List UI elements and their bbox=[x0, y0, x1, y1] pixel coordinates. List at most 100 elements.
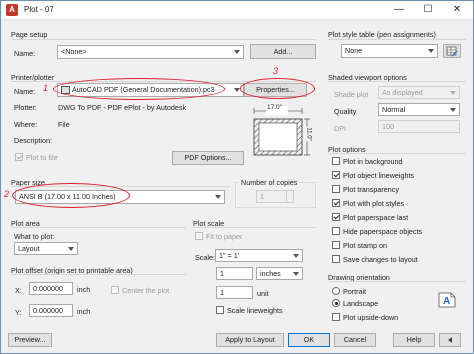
quality-select[interactable]: Normal bbox=[378, 103, 460, 116]
copies-spinner[interactable] bbox=[286, 191, 293, 202]
plot-option-checkbox[interactable] bbox=[332, 255, 340, 263]
plot-option-checkbox[interactable] bbox=[332, 241, 340, 249]
chevron-down-icon bbox=[428, 49, 434, 53]
chevron-left-icon bbox=[448, 337, 452, 343]
plot-to-file-checkbox[interactable] bbox=[15, 153, 23, 161]
copies-input[interactable]: 1 bbox=[256, 190, 294, 203]
plot-option-checkbox[interactable] bbox=[332, 171, 340, 179]
what-to-plot-select[interactable]: Layout bbox=[14, 242, 78, 255]
scale-value: 1" = 1' bbox=[219, 251, 240, 260]
plot-style-group-label: Plot style table (pen assignments) bbox=[328, 30, 436, 39]
add-page-setup-button[interactable]: Add... bbox=[250, 44, 316, 59]
center-plot-checkbox[interactable] bbox=[111, 286, 119, 294]
plot-option-label: Hide paperspace objects bbox=[343, 227, 423, 236]
title-bar[interactable]: A Plot - 07 — ☐ ✕ bbox=[1, 1, 473, 20]
apply-to-layout-button[interactable]: Apply to Layout bbox=[216, 333, 284, 347]
plot-option-checkbox[interactable] bbox=[332, 157, 340, 165]
fit-to-paper-checkbox[interactable] bbox=[195, 232, 203, 240]
plot-option-checkbox[interactable] bbox=[332, 185, 340, 193]
annotation-number-2: 2 bbox=[4, 189, 10, 199]
scale-value2-input[interactable]: 1 bbox=[216, 286, 253, 299]
scale-value1-input[interactable]: 1 bbox=[216, 267, 253, 280]
divider bbox=[328, 281, 466, 282]
plot-option-label: Plot stamp on bbox=[343, 241, 387, 250]
annotation-ellipse-paper-size bbox=[12, 183, 130, 208]
upside-down-label: Plot upside-down bbox=[343, 313, 399, 322]
svg-text:A: A bbox=[443, 296, 450, 307]
preview-button[interactable]: Preview... bbox=[8, 333, 52, 347]
scale-lineweights-checkbox[interactable] bbox=[216, 306, 224, 314]
chevron-down-icon bbox=[293, 271, 299, 276]
maximize-button[interactable]: ☐ bbox=[414, 2, 442, 18]
edit-plot-style-button[interactable] bbox=[443, 44, 461, 58]
annotation-number-3: 3 bbox=[273, 66, 279, 76]
what-to-plot-label: What to plot: bbox=[14, 232, 55, 241]
plot-option-checkbox[interactable] bbox=[332, 213, 340, 221]
plot-option-checkbox[interactable] bbox=[332, 227, 340, 235]
pdf-options-button[interactable]: PDF Options... bbox=[172, 151, 244, 165]
scale-unit-select[interactable]: inches bbox=[256, 267, 303, 280]
page-setup-name-value: <None> bbox=[61, 47, 87, 56]
page-setup-name-label: Name: bbox=[14, 49, 36, 58]
cancel-button[interactable]: Cancel bbox=[334, 333, 376, 347]
window-title: Plot - 07 bbox=[24, 5, 54, 14]
copies-value: 1 bbox=[260, 192, 264, 201]
printer-name-label: Name: bbox=[14, 87, 36, 96]
paper-width-label: 17.0" bbox=[267, 104, 282, 111]
page-setup-group-label: Page setup bbox=[11, 30, 48, 39]
offset-x-label: X: bbox=[15, 286, 22, 295]
upside-down-checkbox[interactable] bbox=[332, 313, 340, 321]
autocad-app-icon: A bbox=[6, 4, 18, 16]
chevron-down-icon bbox=[68, 246, 74, 251]
landscape-label: Landscape bbox=[343, 299, 379, 308]
plotter-value: DWG To PDF - PDF ePlot - by Autodesk bbox=[58, 103, 187, 112]
shade-plot-value: As displayed bbox=[382, 88, 423, 97]
where-value: File bbox=[58, 120, 70, 129]
minimize-button[interactable]: — bbox=[385, 2, 413, 18]
plot-option-label: Plot with plot styles bbox=[343, 199, 405, 208]
landscape-radio[interactable] bbox=[332, 299, 340, 307]
fit-to-paper-label: Fit to paper bbox=[206, 232, 243, 241]
chevron-down-icon bbox=[215, 195, 221, 199]
offset-y-input[interactable]: 0.000000 bbox=[29, 304, 73, 317]
collapse-options-button[interactable] bbox=[439, 333, 461, 347]
shade-plot-select[interactable]: As displayed bbox=[378, 86, 460, 99]
paper-height-label: 11.0" bbox=[305, 126, 312, 142]
plotter-label: Plotter: bbox=[14, 103, 37, 112]
scale-unit-value: inches bbox=[260, 269, 281, 278]
what-to-plot-value: Layout bbox=[18, 244, 40, 253]
plot-to-file-label: Plot to file bbox=[26, 153, 58, 162]
annotation-ellipse-printer bbox=[53, 78, 225, 100]
offset-y-unit: inch bbox=[77, 307, 91, 316]
plot-option-label: Plot object lineweights bbox=[343, 171, 415, 180]
offset-x-input[interactable]: 0.000000 bbox=[29, 282, 73, 295]
dpi-input[interactable]: 100 bbox=[378, 120, 460, 133]
plot-option-checkbox[interactable] bbox=[332, 199, 340, 207]
plot-style-value: None bbox=[345, 46, 363, 55]
ok-button[interactable]: OK bbox=[288, 333, 330, 347]
chevron-down-icon bbox=[450, 90, 456, 95]
page-setup-name-select[interactable]: <None> bbox=[57, 45, 244, 59]
plot-option-label: Plot in background bbox=[343, 157, 403, 166]
description-label: Description: bbox=[14, 136, 52, 145]
divider bbox=[11, 227, 186, 228]
divider bbox=[193, 227, 316, 228]
scale-unit2-label: unit bbox=[257, 289, 269, 298]
divider bbox=[328, 81, 466, 82]
quality-label: Quality bbox=[334, 107, 357, 116]
plot-option-label: Plot paperspace last bbox=[343, 213, 409, 222]
dpi-label: DPI bbox=[334, 124, 346, 133]
chevron-down-icon bbox=[450, 107, 456, 112]
close-button[interactable]: ✕ bbox=[443, 2, 471, 18]
portrait-radio[interactable] bbox=[332, 287, 340, 295]
chevron-down-icon bbox=[234, 50, 240, 54]
help-button[interactable]: Help bbox=[393, 333, 435, 347]
plot-style-select[interactable]: None bbox=[341, 44, 438, 58]
plot-option-label: Save changes to layout bbox=[343, 255, 418, 264]
plot-option-label: Plot transparency bbox=[343, 185, 399, 194]
portrait-label: Portrait bbox=[343, 287, 367, 296]
copies-group-label: Number of copies bbox=[239, 178, 300, 187]
annotation-ellipse-properties bbox=[240, 78, 315, 99]
shade-plot-label: Shade plot bbox=[334, 90, 369, 99]
scale-select[interactable]: 1" = 1' bbox=[215, 249, 303, 262]
